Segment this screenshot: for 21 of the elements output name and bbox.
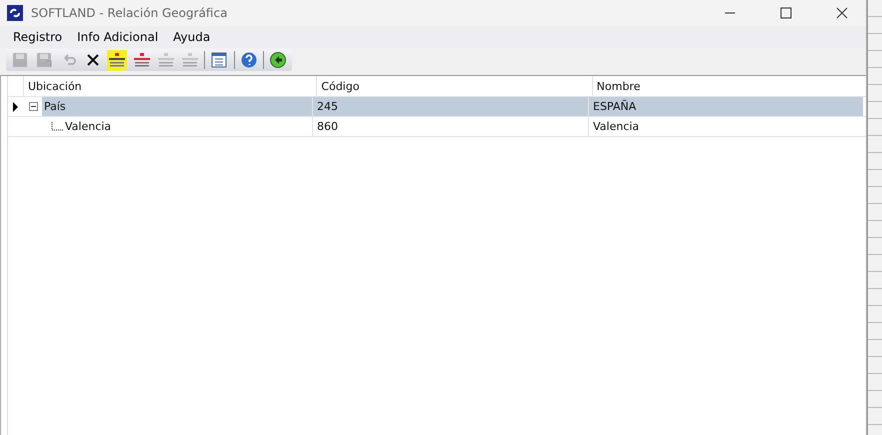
table-cell: 860 [312,117,588,136]
app-logo-icon [7,5,23,21]
table-cell: Valencia [588,117,863,136]
menu-item[interactable]: Registro [13,30,62,44]
help-icon[interactable] [238,50,259,70]
table-cell: ESPAÑA [588,97,863,116]
column-header[interactable]: Nombre [592,76,866,96]
tree-add-icon[interactable] [107,50,128,70]
menu-item[interactable]: Info Adicional [77,30,158,44]
table-cell: 245 [312,97,588,116]
tree-connector-icon [51,122,63,132]
collapse-icon[interactable] [29,102,38,111]
close-icon[interactable] [836,7,848,19]
maximize-icon[interactable] [780,7,792,19]
menu-item[interactable]: Ayuda [173,30,210,44]
back-icon[interactable] [268,50,288,70]
tree-cell[interactable]: País [42,97,312,116]
window-title: SOFTLAND - Relación Geográfica [31,6,228,20]
tree-cell[interactable]: Valencia [63,117,312,136]
column-header[interactable]: Código [316,76,592,96]
column-header[interactable]: Ubicación [22,76,316,96]
